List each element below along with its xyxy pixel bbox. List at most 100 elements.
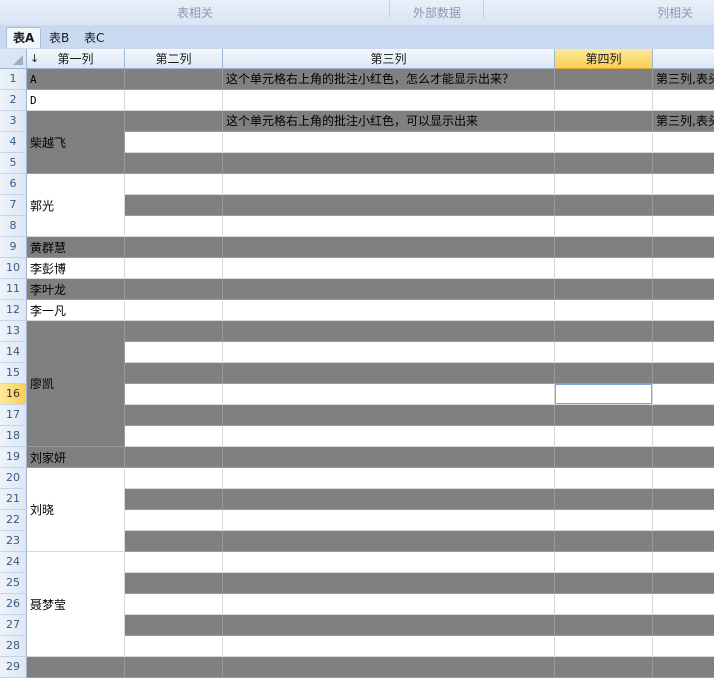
grid-cell[interactable] — [223, 405, 555, 426]
grid-cell[interactable] — [125, 594, 223, 615]
grid-cell[interactable] — [223, 153, 555, 174]
grid-cell[interactable] — [125, 90, 223, 111]
grid-cell[interactable] — [125, 69, 223, 90]
grid-cell[interactable] — [653, 363, 714, 384]
grid-cell[interactable] — [125, 636, 223, 657]
grid-cell[interactable] — [555, 90, 653, 111]
row-header[interactable]: 11 — [0, 279, 27, 300]
grid-cell[interactable] — [653, 195, 714, 216]
first-column-cell[interactable]: 刘晓 — [27, 468, 125, 552]
row-header[interactable]: 9 — [0, 237, 27, 258]
grid-cell[interactable] — [555, 552, 653, 573]
grid-cell[interactable] — [223, 300, 555, 321]
tab-table-c[interactable]: 表C — [78, 28, 110, 48]
row-header[interactable]: 25 — [0, 573, 27, 594]
first-column-cell[interactable] — [27, 657, 125, 678]
grid-cell[interactable] — [125, 258, 223, 279]
grid-cell[interactable] — [555, 279, 653, 300]
grid-cell[interactable] — [125, 384, 223, 405]
grid-cell[interactable] — [653, 405, 714, 426]
grid-cell[interactable] — [125, 153, 223, 174]
select-all-corner[interactable] — [0, 49, 27, 69]
grid-cell[interactable] — [125, 321, 223, 342]
grid-cell[interactable] — [125, 363, 223, 384]
grid-cell[interactable] — [223, 594, 555, 615]
grid-cell[interactable] — [125, 237, 223, 258]
row-header[interactable]: 21 — [0, 489, 27, 510]
grid-cell[interactable] — [125, 342, 223, 363]
row-header[interactable]: 3 — [0, 111, 27, 132]
grid-cell[interactable] — [555, 216, 653, 237]
grid-cell[interactable]: 这个单元格右上角的批注小红色，怎么才能显示出来？ — [223, 69, 555, 90]
grid-cell[interactable] — [223, 237, 555, 258]
grid-cell[interactable] — [223, 363, 555, 384]
grid-cell[interactable] — [125, 279, 223, 300]
grid-cell[interactable] — [555, 153, 653, 174]
grid-cell[interactable] — [653, 489, 714, 510]
row-header[interactable]: 8 — [0, 216, 27, 237]
grid-cell[interactable] — [223, 258, 555, 279]
grid-cell[interactable] — [555, 237, 653, 258]
first-column-cell[interactable]: D — [27, 90, 125, 111]
grid-cell[interactable] — [223, 132, 555, 153]
grid-cell[interactable] — [125, 426, 223, 447]
row-header[interactable]: 26 — [0, 594, 27, 615]
grid-cell[interactable] — [653, 468, 714, 489]
row-header[interactable]: 1 — [0, 69, 27, 90]
grid-cell[interactable] — [555, 195, 653, 216]
row-header[interactable]: 15 — [0, 363, 27, 384]
grid-cell[interactable] — [223, 489, 555, 510]
grid-cell[interactable] — [653, 552, 714, 573]
grid-cell[interactable] — [125, 468, 223, 489]
grid-cell[interactable] — [653, 594, 714, 615]
row-header[interactable]: 6 — [0, 174, 27, 195]
row-header[interactable]: 23 — [0, 531, 27, 552]
grid-cell[interactable] — [555, 531, 653, 552]
row-header[interactable]: 12 — [0, 300, 27, 321]
tab-table-a[interactable]: 表A — [6, 27, 42, 48]
first-column-cell[interactable]: A — [27, 69, 125, 90]
row-header[interactable]: 19 — [0, 447, 27, 468]
row-header[interactable]: 18 — [0, 426, 27, 447]
grid-cell[interactable] — [555, 657, 653, 678]
grid-cell[interactable] — [653, 342, 714, 363]
grid-cell[interactable] — [125, 447, 223, 468]
grid-cell[interactable] — [653, 174, 714, 195]
grid-cell[interactable] — [653, 447, 714, 468]
column-header-2[interactable]: 第二列 — [125, 49, 223, 69]
column-header-4[interactable]: 第四列 — [555, 49, 653, 69]
grid-cell[interactable] — [555, 426, 653, 447]
grid-cell[interactable] — [653, 90, 714, 111]
grid-cell[interactable] — [223, 342, 555, 363]
grid-cell[interactable] — [555, 132, 653, 153]
grid-cell[interactable] — [653, 426, 714, 447]
row-header[interactable]: 5 — [0, 153, 27, 174]
grid-cell[interactable] — [223, 195, 555, 216]
grid-cell[interactable] — [125, 132, 223, 153]
grid-cell[interactable] — [653, 237, 714, 258]
first-column-cell[interactable]: 柴越飞 — [27, 111, 125, 174]
grid-cell[interactable] — [125, 615, 223, 636]
grid-cell[interactable]: 第三列,表头 — [653, 69, 714, 90]
row-header[interactable]: 27 — [0, 615, 27, 636]
first-column-cell[interactable]: 李叶龙 — [27, 279, 125, 300]
grid-cell[interactable] — [223, 279, 555, 300]
column-header-1[interactable]: ↓ 第一列 — [27, 49, 125, 69]
grid-cell[interactable] — [223, 174, 555, 195]
row-header[interactable]: 2 — [0, 90, 27, 111]
grid-cell[interactable] — [223, 573, 555, 594]
grid-cell[interactable] — [555, 405, 653, 426]
first-column-cell[interactable]: 廖凯 — [27, 321, 125, 447]
column-header-5[interactable] — [653, 49, 714, 69]
grid-cell[interactable] — [125, 552, 223, 573]
grid-cell[interactable] — [653, 636, 714, 657]
grid-cell[interactable] — [653, 258, 714, 279]
grid-cell[interactable] — [125, 573, 223, 594]
row-header[interactable]: 24 — [0, 552, 27, 573]
grid-cell[interactable] — [555, 468, 653, 489]
grid-cell[interactable] — [223, 636, 555, 657]
grid-cell[interactable] — [653, 132, 714, 153]
grid-cell[interactable] — [555, 300, 653, 321]
row-header[interactable]: 4 — [0, 132, 27, 153]
grid-cell[interactable] — [125, 216, 223, 237]
